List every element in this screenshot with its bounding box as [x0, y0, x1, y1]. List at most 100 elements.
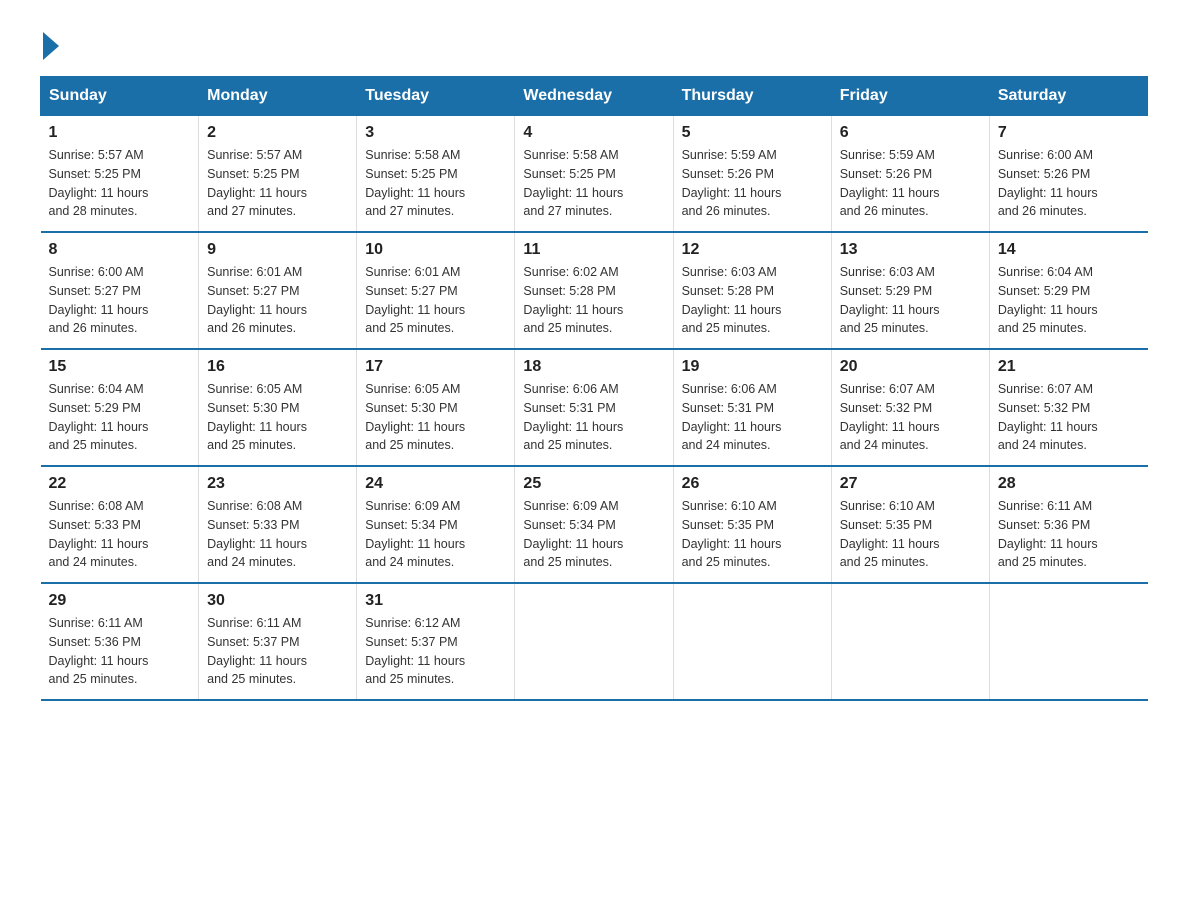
calendar-cell: 30 Sunrise: 6:11 AMSunset: 5:37 PMDayligh…	[199, 583, 357, 700]
calendar-cell: 22 Sunrise: 6:08 AMSunset: 5:33 PMDayligh…	[41, 466, 199, 583]
day-info: Sunrise: 6:00 AMSunset: 5:27 PMDaylight:…	[49, 263, 191, 338]
day-info: Sunrise: 6:07 AMSunset: 5:32 PMDaylight:…	[998, 380, 1140, 455]
calendar-cell: 10 Sunrise: 6:01 AMSunset: 5:27 PMDayligh…	[357, 232, 515, 349]
day-info: Sunrise: 6:04 AMSunset: 5:29 PMDaylight:…	[998, 263, 1140, 338]
day-info: Sunrise: 6:11 AMSunset: 5:36 PMDaylight:…	[998, 497, 1140, 572]
day-number: 23	[207, 475, 348, 493]
day-number: 5	[682, 124, 823, 142]
calendar-cell: 24 Sunrise: 6:09 AMSunset: 5:34 PMDayligh…	[357, 466, 515, 583]
calendar-cell: 12 Sunrise: 6:03 AMSunset: 5:28 PMDayligh…	[673, 232, 831, 349]
calendar-cell	[831, 583, 989, 700]
column-header-thursday: Thursday	[673, 77, 831, 116]
day-info: Sunrise: 6:08 AMSunset: 5:33 PMDaylight:…	[49, 497, 191, 572]
column-header-sunday: Sunday	[41, 77, 199, 116]
calendar-cell: 26 Sunrise: 6:10 AMSunset: 5:35 PMDayligh…	[673, 466, 831, 583]
calendar-cell: 8Sunrise: 6:00 AMSunset: 5:27 PMDaylight…	[41, 232, 199, 349]
day-number: 18	[523, 358, 664, 376]
column-header-tuesday: Tuesday	[357, 77, 515, 116]
day-number: 19	[682, 358, 823, 376]
calendar-cell: 25Sunrise: 6:09 AMSunset: 5:34 PMDayligh…	[515, 466, 673, 583]
day-number: 16	[207, 358, 348, 376]
day-number: 2	[207, 124, 348, 142]
calendar-week-row: 29Sunrise: 6:11 AMSunset: 5:36 PMDayligh…	[41, 583, 1148, 700]
calendar-cell: 21 Sunrise: 6:07 AMSunset: 5:32 PMDayligh…	[989, 349, 1147, 466]
calendar-cell: 1 Sunrise: 5:57 AMSunset: 5:25 PMDaylight…	[41, 116, 199, 233]
day-info: Sunrise: 6:01 AMSunset: 5:27 PMDaylight:…	[207, 263, 348, 338]
calendar-cell	[673, 583, 831, 700]
day-info: Sunrise: 5:58 AMSunset: 5:25 PMDaylight:…	[365, 146, 506, 221]
calendar-cell: 17Sunrise: 6:05 AMSunset: 5:30 PMDayligh…	[357, 349, 515, 466]
calendar-cell: 16 Sunrise: 6:05 AMSunset: 5:30 PMDayligh…	[199, 349, 357, 466]
day-info: Sunrise: 6:03 AMSunset: 5:28 PMDaylight:…	[682, 263, 823, 338]
column-header-saturday: Saturday	[989, 77, 1147, 116]
day-info: Sunrise: 6:09 AMSunset: 5:34 PMDaylight:…	[365, 497, 506, 572]
calendar-week-row: 1 Sunrise: 5:57 AMSunset: 5:25 PMDaylight…	[41, 116, 1148, 233]
column-header-wednesday: Wednesday	[515, 77, 673, 116]
day-number: 3	[365, 124, 506, 142]
day-number: 12	[682, 241, 823, 259]
day-number: 21	[998, 358, 1140, 376]
day-info: Sunrise: 5:58 AMSunset: 5:25 PMDaylight:…	[523, 146, 664, 221]
day-number: 15	[49, 358, 191, 376]
day-number: 1	[49, 124, 191, 142]
calendar-cell: 6Sunrise: 5:59 AMSunset: 5:26 PMDaylight…	[831, 116, 989, 233]
calendar-header-row: SundayMondayTuesdayWednesdayThursdayFrid…	[41, 77, 1148, 116]
day-info: Sunrise: 6:01 AMSunset: 5:27 PMDaylight:…	[365, 263, 506, 338]
day-number: 24	[365, 475, 506, 493]
logo	[40, 30, 59, 56]
day-number: 4	[523, 124, 664, 142]
calendar-cell	[515, 583, 673, 700]
day-info: Sunrise: 6:06 AMSunset: 5:31 PMDaylight:…	[682, 380, 823, 455]
calendar-cell: 28 Sunrise: 6:11 AMSunset: 5:36 PMDayligh…	[989, 466, 1147, 583]
calendar-cell: 23 Sunrise: 6:08 AMSunset: 5:33 PMDayligh…	[199, 466, 357, 583]
day-number: 10	[365, 241, 506, 259]
day-number: 9	[207, 241, 348, 259]
calendar-cell: 20Sunrise: 6:07 AMSunset: 5:32 PMDayligh…	[831, 349, 989, 466]
day-number: 14	[998, 241, 1140, 259]
calendar-cell: 2 Sunrise: 5:57 AMSunset: 5:25 PMDaylight…	[199, 116, 357, 233]
day-info: Sunrise: 6:12 AMSunset: 5:37 PMDaylight:…	[365, 614, 506, 689]
day-number: 26	[682, 475, 823, 493]
day-info: Sunrise: 6:10 AMSunset: 5:35 PMDaylight:…	[840, 497, 981, 572]
day-number: 22	[49, 475, 191, 493]
calendar-cell: 15 Sunrise: 6:04 AMSunset: 5:29 PMDayligh…	[41, 349, 199, 466]
calendar-cell	[989, 583, 1147, 700]
day-info: Sunrise: 6:03 AMSunset: 5:29 PMDaylight:…	[840, 263, 981, 338]
day-info: Sunrise: 5:57 AMSunset: 5:25 PMDaylight:…	[49, 146, 191, 221]
calendar-cell: 29Sunrise: 6:11 AMSunset: 5:36 PMDayligh…	[41, 583, 199, 700]
day-info: Sunrise: 6:06 AMSunset: 5:31 PMDaylight:…	[523, 380, 664, 455]
calendar-cell: 5 Sunrise: 5:59 AMSunset: 5:26 PMDaylight…	[673, 116, 831, 233]
calendar-cell: 11Sunrise: 6:02 AMSunset: 5:28 PMDayligh…	[515, 232, 673, 349]
day-number: 17	[365, 358, 506, 376]
calendar-week-row: 15 Sunrise: 6:04 AMSunset: 5:29 PMDayligh…	[41, 349, 1148, 466]
day-info: Sunrise: 5:59 AMSunset: 5:26 PMDaylight:…	[840, 146, 981, 221]
calendar-cell: 13Sunrise: 6:03 AMSunset: 5:29 PMDayligh…	[831, 232, 989, 349]
day-number: 31	[365, 592, 506, 610]
day-number: 27	[840, 475, 981, 493]
day-info: Sunrise: 5:59 AMSunset: 5:26 PMDaylight:…	[682, 146, 823, 221]
day-info: Sunrise: 6:11 AMSunset: 5:37 PMDaylight:…	[207, 614, 348, 689]
calendar-table: SundayMondayTuesdayWednesdayThursdayFrid…	[40, 76, 1148, 701]
calendar-cell: 31 Sunrise: 6:12 AMSunset: 5:37 PMDayligh…	[357, 583, 515, 700]
day-info: Sunrise: 6:04 AMSunset: 5:29 PMDaylight:…	[49, 380, 191, 455]
calendar-cell: 19 Sunrise: 6:06 AMSunset: 5:31 PMDayligh…	[673, 349, 831, 466]
day-info: Sunrise: 6:08 AMSunset: 5:33 PMDaylight:…	[207, 497, 348, 572]
day-info: Sunrise: 6:09 AMSunset: 5:34 PMDaylight:…	[523, 497, 664, 572]
calendar-week-row: 22 Sunrise: 6:08 AMSunset: 5:33 PMDayligh…	[41, 466, 1148, 583]
day-info: Sunrise: 5:57 AMSunset: 5:25 PMDaylight:…	[207, 146, 348, 221]
page-header	[40, 30, 1148, 56]
calendar-cell: 7 Sunrise: 6:00 AMSunset: 5:26 PMDaylight…	[989, 116, 1147, 233]
day-info: Sunrise: 6:05 AMSunset: 5:30 PMDaylight:…	[207, 380, 348, 455]
day-number: 30	[207, 592, 348, 610]
calendar-cell: 14 Sunrise: 6:04 AMSunset: 5:29 PMDayligh…	[989, 232, 1147, 349]
day-info: Sunrise: 6:07 AMSunset: 5:32 PMDaylight:…	[840, 380, 981, 455]
day-info: Sunrise: 6:00 AMSunset: 5:26 PMDaylight:…	[998, 146, 1140, 221]
day-number: 11	[523, 241, 664, 259]
calendar-cell: 9 Sunrise: 6:01 AMSunset: 5:27 PMDaylight…	[199, 232, 357, 349]
calendar-cell: 27 Sunrise: 6:10 AMSunset: 5:35 PMDayligh…	[831, 466, 989, 583]
calendar-week-row: 8Sunrise: 6:00 AMSunset: 5:27 PMDaylight…	[41, 232, 1148, 349]
day-number: 7	[998, 124, 1140, 142]
day-number: 28	[998, 475, 1140, 493]
day-info: Sunrise: 6:10 AMSunset: 5:35 PMDaylight:…	[682, 497, 823, 572]
day-number: 29	[49, 592, 191, 610]
